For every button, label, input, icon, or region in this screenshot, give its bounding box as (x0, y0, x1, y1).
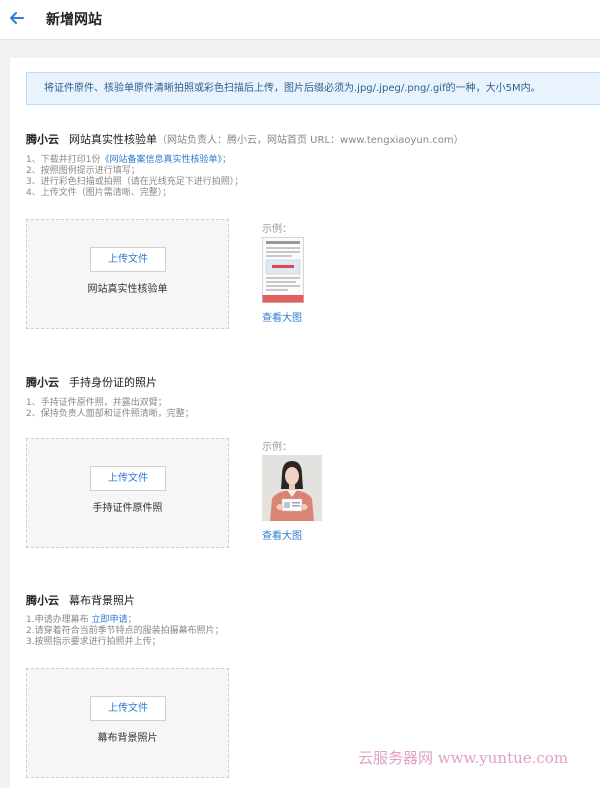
section-title-text: 幕布背景照片 (69, 594, 135, 607)
step-3: 3、进行彩色扫描或拍照（请在光线充足下进行拍照）； (26, 177, 244, 187)
upload-label-id-photo: 手持证件原件照 (92, 503, 163, 514)
arrow-left-icon[interactable] (7, 8, 27, 28)
section-verification-title: 腾小云 网站真实性核验单（网站负责人：腾小云，网站首页 URL：www.tengx… (26, 131, 464, 147)
page-header: 新增网站 (0, 0, 600, 40)
example-label-verification: 示例： (262, 224, 292, 235)
section-title-text: 网站真实性核验单 (69, 133, 157, 146)
example-label-id-photo: 示例： (262, 442, 292, 453)
step-4: 4、上传文件（图片需清晰、完整）； (26, 188, 172, 198)
section-id-photo-title: 腾小云 手持身份证的照片 (26, 374, 157, 390)
section-brand: 腾小云 (26, 594, 59, 607)
upload-label-backdrop: 幕布背景照片 (97, 733, 158, 744)
page-title: 新增网站 (46, 12, 102, 28)
upload-button-backdrop[interactable]: 上传文件 (90, 696, 166, 721)
section-brand: 腾小云 (26, 376, 59, 389)
view-large-link-verification[interactable]: 查看大图 (262, 309, 302, 324)
form-card: 将证件原件、核验单原件清晰拍照或彩色扫描后上传，图片后缀必须为.jpg/.jpe… (10, 58, 600, 788)
upload-area-verification[interactable]: 上传文件 网站真实性核验单 (26, 219, 229, 329)
apply-now-link[interactable]: 立即申请 (91, 615, 127, 625)
step-2: 2.请穿着符合当前季节特点的服装拍摄幕布照片； (26, 626, 224, 636)
watermark-text: 云服务器网 www.yuntue.com (358, 749, 569, 767)
section-title-text: 手持身份证的照片 (69, 376, 157, 389)
upload-button-id-photo[interactable]: 上传文件 (90, 466, 166, 491)
example-person-photo[interactable] (262, 455, 322, 521)
section-note: （网站负责人：腾小云，网站首页 URL：www.tengxiaoyun.com） (157, 135, 464, 146)
step-1: 1、下载并打印1份《网站备案信息真实性核验单》； (26, 155, 231, 165)
section-backdrop-steps: 1.申请办理幕布 立即申请； 2.请穿着符合当前季节特点的服装拍摄幕布照片； 3… (26, 615, 224, 648)
upload-button-verification[interactable]: 上传文件 (90, 247, 166, 272)
section-brand: 腾小云 (26, 133, 59, 146)
section-backdrop-title: 腾小云 幕布背景照片 (26, 592, 135, 608)
upload-area-id-photo[interactable]: 上传文件 手持证件原件照 (26, 438, 229, 548)
step-3: 3.按照指示要求进行拍照并上传； (26, 637, 161, 647)
upload-label-verification: 网站真实性核验单 (87, 284, 168, 295)
step-1: 1.申请办理幕布 立即申请； (26, 615, 137, 625)
upload-notice: 将证件原件、核验单原件清晰拍照或彩色扫描后上传，图片后缀必须为.jpg/.jpe… (26, 72, 600, 105)
step-2: 2、按照图例提示进行填写； (26, 166, 140, 176)
upload-area-backdrop[interactable]: 上传文件 幕布背景照片 (26, 668, 229, 778)
view-large-link-id-photo[interactable]: 查看大图 (262, 527, 302, 542)
step-1: 1、手持证件原件照，并露出双臂； (26, 398, 167, 408)
section-id-photo-steps: 1、手持证件原件照，并露出双臂； 2、保持负责人面部和证件照清晰，完整； (26, 398, 194, 420)
example-form-image[interactable] (262, 237, 304, 303)
step-2: 2、保持负责人面部和证件照清晰，完整； (26, 409, 194, 419)
section-verification-steps: 1、下载并打印1份《网站备案信息真实性核验单》； 2、按照图例提示进行填写； 3… (26, 155, 243, 199)
download-form-link[interactable]: 《网站备案信息真实性核验单》 (100, 155, 222, 165)
